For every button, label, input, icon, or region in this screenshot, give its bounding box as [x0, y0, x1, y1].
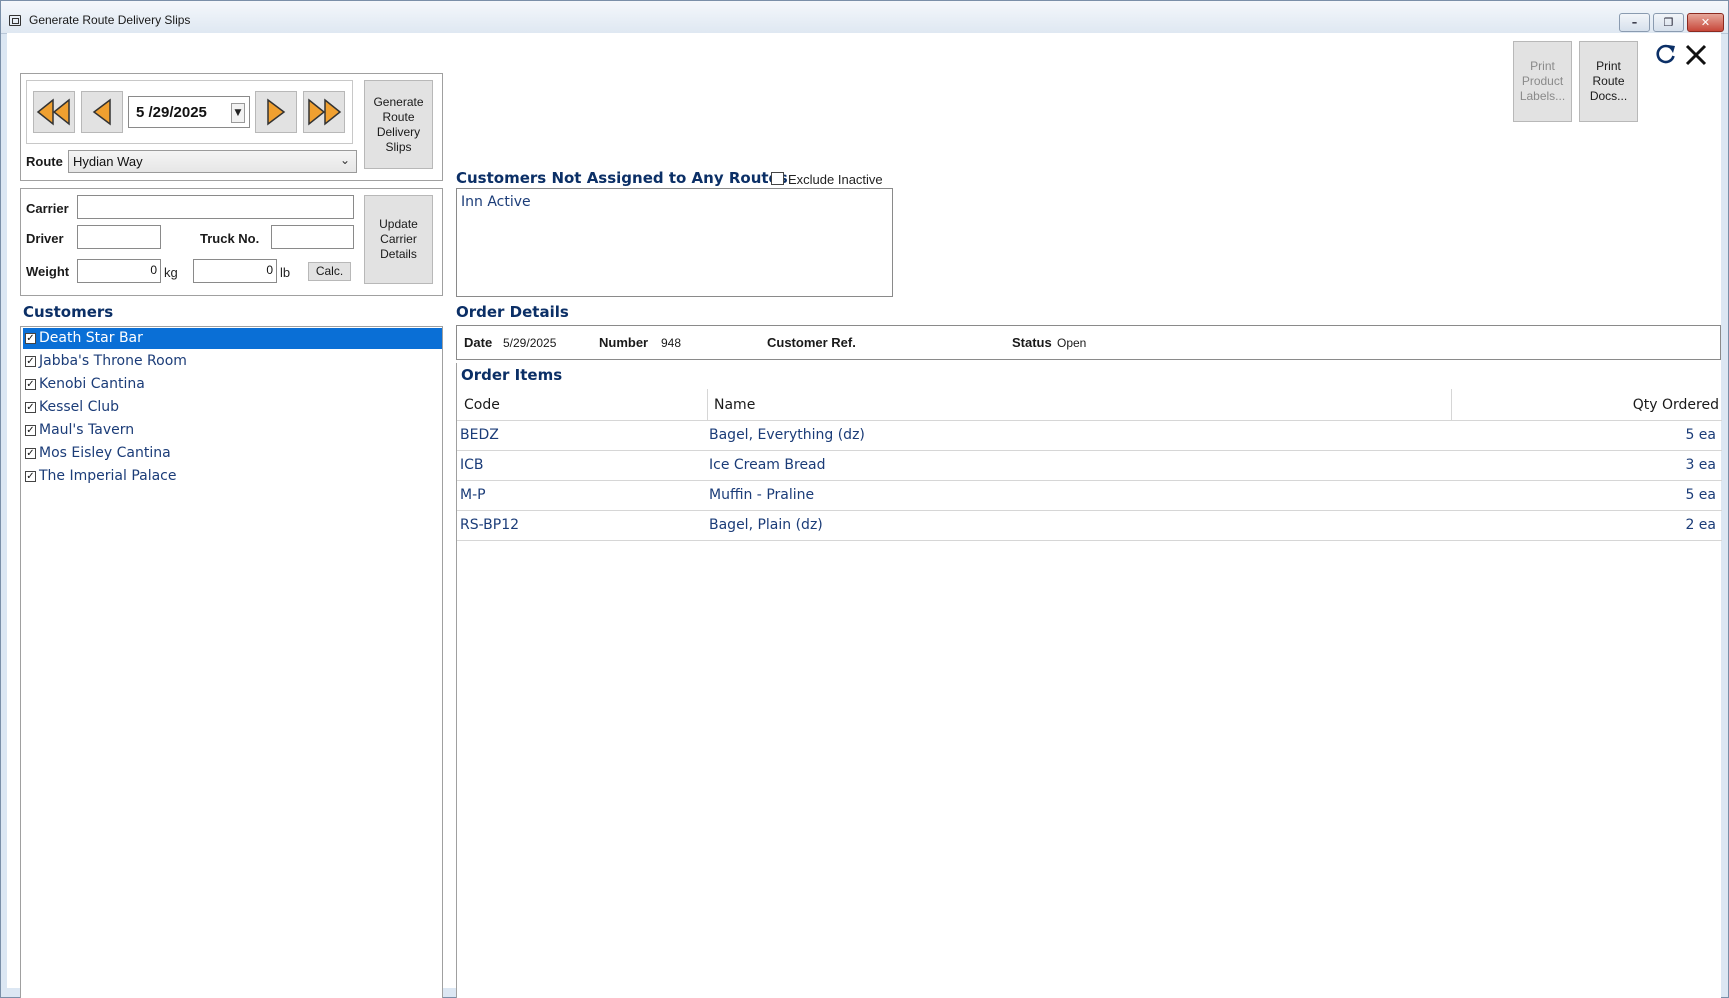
- checkbox-checked-icon[interactable]: ✓: [25, 356, 36, 367]
- unassigned-header: Customers Not Assigned to Any Routes: [456, 169, 788, 187]
- order-items-header: Order Items: [461, 366, 563, 384]
- item-name: Ice Cream Bread: [709, 457, 826, 473]
- truck-no-field[interactable]: [271, 225, 354, 249]
- chevron-down-icon: ⌄: [339, 153, 350, 167]
- window-title: Generate Route Delivery Slips: [29, 13, 191, 27]
- item-qty: 5 ea: [1685, 487, 1716, 503]
- carrier-field[interactable]: [77, 195, 354, 219]
- truck-no-label: Truck No.: [200, 231, 260, 246]
- column-header-code[interactable]: Code: [457, 389, 707, 421]
- route-label: Route: [26, 154, 63, 169]
- item-name: Muffin - Praline: [709, 487, 815, 503]
- item-code: M-P: [460, 487, 486, 503]
- carrier-label: Carrier: [26, 201, 69, 216]
- app-icon: [9, 15, 21, 26]
- calendar-dropdown-icon[interactable]: ▼: [231, 103, 245, 123]
- minimize-icon: –: [1631, 16, 1638, 29]
- item-code: ICB: [460, 457, 484, 473]
- checkbox-checked-icon[interactable]: ✓: [25, 333, 36, 344]
- route-value: Hydian Way: [73, 154, 143, 169]
- route-select[interactable]: Hydian Way ⌄: [68, 150, 357, 173]
- close-icon: ✕: [1700, 16, 1711, 29]
- customer-item[interactable]: ✓ The Imperial Palace: [23, 466, 442, 487]
- last-date-button[interactable]: [303, 91, 345, 133]
- customers-list[interactable]: ✓ Death Star Bar ✓ Jabba's Throne Room ✓…: [20, 326, 443, 998]
- kg-unit: kg: [164, 265, 178, 280]
- order-details-header: Order Details: [456, 303, 569, 321]
- form-body: 5 /29/2025 ▼ Generate Route Delivery Sli…: [7, 33, 1722, 998]
- date-picker[interactable]: 5 /29/2025 ▼: [128, 96, 250, 128]
- exclude-inactive-checkbox[interactable]: [771, 172, 784, 185]
- weight-lb-field[interactable]: 0: [193, 259, 277, 283]
- print-product-labels-button[interactable]: Print Product Labels...: [1513, 41, 1572, 122]
- order-date-value: 5/29/2025: [503, 336, 557, 350]
- status-value: Open: [1057, 336, 1087, 350]
- order-number-label: Number: [599, 335, 649, 350]
- customer-item[interactable]: ✓ Mos Eisley Cantina: [23, 443, 442, 464]
- driver-field[interactable]: [77, 225, 161, 249]
- checkbox-checked-icon[interactable]: ✓: [25, 402, 36, 413]
- close-form-icon[interactable]: [1684, 43, 1708, 67]
- checkbox-checked-icon[interactable]: ✓: [25, 448, 36, 459]
- generate-slips-button[interactable]: Generate Route Delivery Slips: [364, 80, 433, 169]
- table-row[interactable]: ICB Ice Cream Bread 3 ea: [457, 451, 1722, 481]
- maximize-button[interactable]: ❐: [1653, 13, 1684, 32]
- calc-button[interactable]: Calc.: [308, 262, 351, 281]
- order-details-panel: Date 5/29/2025 Number 948 Customer Ref. …: [456, 325, 1721, 360]
- print-route-docs-button[interactable]: Print Route Docs...: [1579, 41, 1638, 122]
- window-close-button[interactable]: ✕: [1687, 13, 1724, 32]
- unassigned-list[interactable]: Inn Active: [456, 188, 893, 297]
- title-bar: Generate Route Delivery Slips – ❐ ✕: [1, 1, 1728, 34]
- customer-item[interactable]: ✓ Kessel Club: [23, 397, 442, 418]
- previous-date-button[interactable]: [81, 91, 123, 133]
- weight-kg-field[interactable]: 0: [77, 259, 161, 283]
- next-date-button[interactable]: [255, 91, 297, 133]
- customer-item[interactable]: ✓ Jabba's Throne Room: [23, 351, 442, 372]
- item-name: Bagel, Plain (dz): [709, 517, 823, 533]
- list-item[interactable]: Inn Active: [461, 194, 531, 210]
- column-header-qty[interactable]: Qty Ordered: [1452, 389, 1722, 421]
- column-header-name[interactable]: Name: [708, 389, 1451, 421]
- customer-item[interactable]: ✓ Death Star Bar: [23, 328, 442, 349]
- item-qty: 3 ea: [1685, 457, 1716, 473]
- driver-label: Driver: [26, 231, 64, 246]
- table-row[interactable]: M-P Muffin - Praline 5 ea: [457, 481, 1722, 511]
- restore-icon: ❐: [1663, 16, 1674, 29]
- table-row[interactable]: BEDZ Bagel, Everything (dz) 5 ea: [457, 421, 1722, 451]
- double-right-arrow-icon: [308, 98, 342, 126]
- lb-unit: lb: [280, 265, 291, 280]
- customers-header: Customers: [23, 303, 114, 321]
- status-label: Status: [1012, 335, 1052, 350]
- order-number-value: 948: [661, 336, 682, 350]
- order-items-grid[interactable]: Order Items Code Name Qty Ordered BEDZ B…: [456, 363, 1722, 998]
- order-date-label: Date: [464, 335, 493, 350]
- weight-label: Weight: [26, 264, 70, 279]
- checkbox-checked-icon[interactable]: ✓: [25, 379, 36, 390]
- left-arrow-icon: [92, 98, 111, 126]
- item-qty: 5 ea: [1685, 427, 1716, 443]
- update-carrier-button[interactable]: Update Carrier Details: [364, 195, 433, 284]
- table-row[interactable]: RS-BP12 Bagel, Plain (dz) 2 ea: [457, 511, 1722, 541]
- customer-ref-label: Customer Ref.: [767, 335, 856, 350]
- item-code: RS-BP12: [460, 517, 520, 533]
- checkbox-checked-icon[interactable]: ✓: [25, 425, 36, 436]
- customer-item[interactable]: ✓ Kenobi Cantina: [23, 374, 442, 395]
- checkbox-checked-icon[interactable]: ✓: [25, 471, 36, 482]
- minimize-button[interactable]: –: [1619, 13, 1650, 32]
- customer-item[interactable]: ✓ Maul's Tavern: [23, 420, 442, 441]
- exclude-inactive-label: Exclude Inactive: [788, 172, 883, 187]
- double-left-arrow-icon: [36, 98, 70, 126]
- first-date-button[interactable]: [33, 91, 75, 133]
- refresh-icon[interactable]: [1655, 43, 1677, 65]
- right-arrow-icon: [267, 98, 286, 126]
- item-code: BEDZ: [460, 427, 499, 443]
- date-value: 5 /29/2025: [136, 104, 207, 121]
- item-name: Bagel, Everything (dz): [709, 427, 865, 443]
- item-qty: 2 ea: [1685, 517, 1716, 533]
